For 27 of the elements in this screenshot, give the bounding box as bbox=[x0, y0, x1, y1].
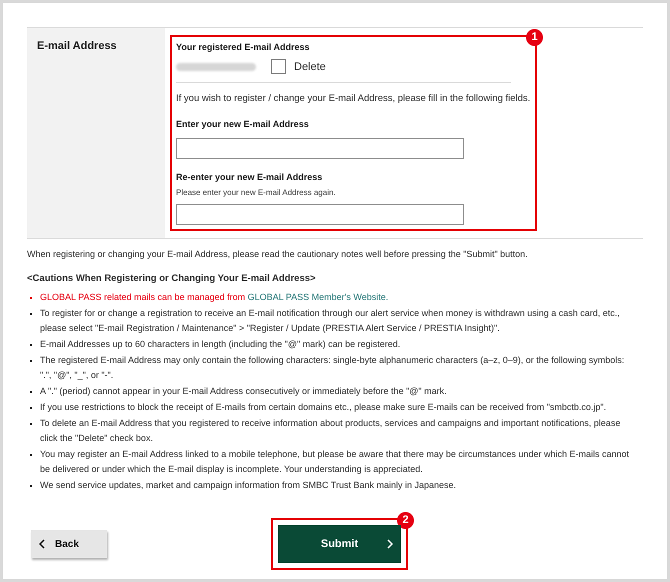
instruction-text: If you wish to register / change your E-mail Address, please fill in the following fields. bbox=[176, 92, 531, 106]
chevron-left-icon bbox=[39, 539, 45, 549]
caution-text: If you use restrictions to block the receipt of E-mails from certain domains etc., please make sure E-mails can be received from "smbctb.co.jp". bbox=[40, 401, 608, 414]
cautions-heading: <Cautions When Registering or Changing Your E-mail Address> bbox=[27, 272, 317, 286]
row-label-cell: E-mail Address bbox=[27, 28, 165, 238]
back-button[interactable]: Back bbox=[31, 530, 107, 558]
input-field[interactable] bbox=[176, 204, 464, 226]
field-label: Re-enter your new E-mail Address bbox=[176, 170, 324, 184]
caution-text: E-mail Addresses up to 60 characters in length (including the "@" mark) can be registered. bbox=[40, 338, 402, 351]
annotation-badge: 2 bbox=[397, 512, 414, 529]
field-label: Your registered E-mail Address bbox=[176, 41, 311, 54]
caution-text: The registered E-mail Address may only contain the following characters: single-byte alphanumeric characters (a–z, 0–9), or the following symbols: ".", "@", "_", or "-". bbox=[40, 354, 626, 382]
caution-text: GLOBAL PASS related mails can be managed from GLOBAL PASS Member's Website. bbox=[40, 291, 388, 304]
caution-text: To delete an E-mail Address that you registered to receive information about products, services and campaigns and important notifications, please click the "Delete" check box. bbox=[40, 417, 622, 445]
submit-button[interactable]: Submit bbox=[278, 525, 401, 563]
intro-text: When registering or changing your E-mail Address, please read the cautionary notes well before pressing the "Submit" button. bbox=[27, 248, 529, 262]
member-website-link[interactable]: GLOBAL PASS Member's Website. bbox=[248, 292, 388, 302]
annotation-badge: 1 bbox=[526, 29, 543, 46]
caution-text: To register for or change a registration to receive an E-mail notification through our alert service when money is withdrawn using a cash card, etc., please select "E-mail Registration / Maintenance" > "Register / Update (PRESTIA Alert Service / PRESTIA Insight)". bbox=[40, 307, 621, 335]
delete-checkbox[interactable]: Delete bbox=[271, 58, 326, 75]
chevron-right-icon bbox=[387, 539, 393, 549]
caution-text: We send service updates, market and campaign information from SMBC Trust Bank mainly in Japanese. bbox=[40, 479, 458, 492]
input-field[interactable] bbox=[176, 138, 464, 159]
caution-text: A "." (period) cannot appear in your E-mail Address consecutively or immediately before the "@" mark. bbox=[40, 385, 448, 398]
field-label: Enter your new E-mail Address bbox=[176, 118, 310, 132]
field-hint: Please enter your new E-mail Address again. bbox=[176, 187, 337, 200]
caution-text: You may register an E-mail Address linked to a mobile telephone, but please be aware that there may be circumstances under which E-mails cannot be delivered or under which the E-mail display is incomplete. Your understanding is appreciated. bbox=[40, 448, 630, 476]
